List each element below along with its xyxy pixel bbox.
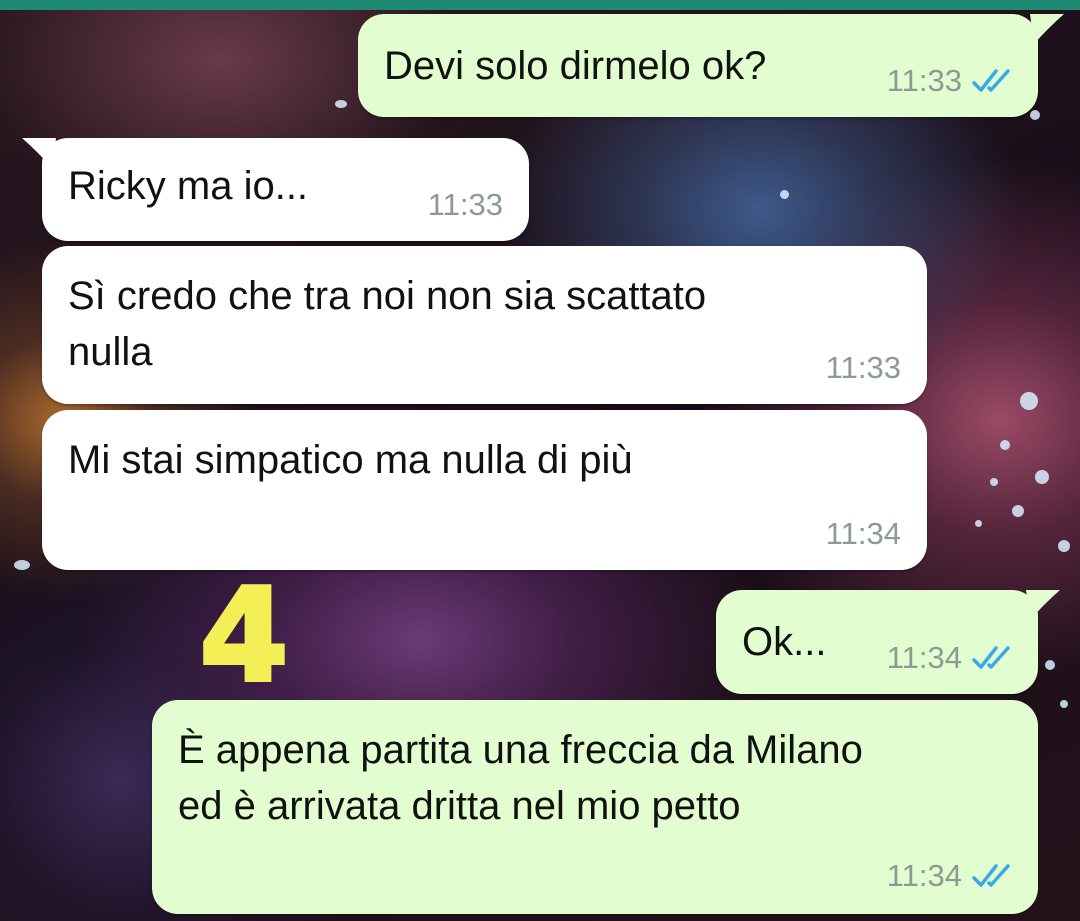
- message-meta: 11:33: [826, 350, 901, 386]
- message-meta: 11:33: [428, 187, 503, 223]
- message-bubble-incoming[interactable]: Mi stai simpatico ma nulla di più 11:34: [42, 410, 927, 570]
- message-text-line: È appena partita una freccia da Milano: [178, 728, 863, 772]
- message-time: 11:34: [825, 516, 901, 551]
- handwritten-number-annotation: 4: [197, 568, 290, 698]
- message-text-line: nulla: [68, 330, 153, 374]
- read-receipt-icon: [972, 645, 1016, 671]
- app-header-edge: [0, 0, 1080, 10]
- message-meta: 11:34: [887, 858, 1016, 894]
- message-text: Mi stai simpatico ma nulla di più: [68, 438, 633, 482]
- message-meta: 11:34: [887, 640, 1016, 676]
- message-text: Ok...: [742, 620, 827, 664]
- message-bubble-outgoing[interactable]: Devi solo dirmelo ok? 11:33: [358, 14, 1038, 117]
- message-text: Devi solo dirmelo ok?: [384, 44, 767, 88]
- annotation-text: 4: [199, 568, 288, 698]
- message-text: Ricky ma io...: [68, 164, 309, 208]
- message-time: 11:34: [886, 858, 962, 893]
- message-bubble-incoming[interactable]: Sì credo che tra noi non sia scattato nu…: [42, 246, 927, 404]
- message-meta: 11:33: [887, 63, 1016, 99]
- message-time: 11:33: [825, 350, 901, 385]
- bubble-tail: [1026, 590, 1060, 620]
- message-text-line: Sì credo che tra noi non sia scattato: [68, 274, 707, 318]
- message-bubble-outgoing[interactable]: Ok... 11:34: [716, 590, 1038, 694]
- message-time: 11:34: [886, 640, 962, 675]
- message-time: 11:33: [886, 63, 962, 98]
- message-time: 11:33: [427, 187, 503, 222]
- read-receipt-icon: [972, 863, 1016, 889]
- message-bubble-outgoing[interactable]: È appena partita una freccia da Milano e…: [152, 700, 1038, 914]
- message-meta: 11:34: [826, 516, 901, 552]
- message-bubble-incoming[interactable]: Ricky ma io... 11:33: [42, 138, 529, 241]
- bubble-tail: [1030, 14, 1064, 44]
- read-receipt-icon: [972, 68, 1016, 94]
- message-text-line: ed è arrivata dritta nel mio petto: [178, 784, 741, 828]
